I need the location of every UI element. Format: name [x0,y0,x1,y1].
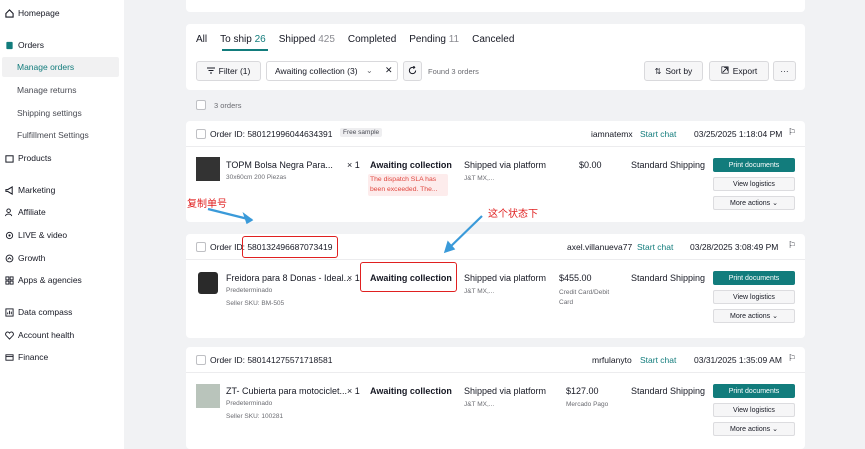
arrow-icon [207,207,254,225]
annotation-arrows [207,207,483,254]
arrow-icon [443,215,483,254]
